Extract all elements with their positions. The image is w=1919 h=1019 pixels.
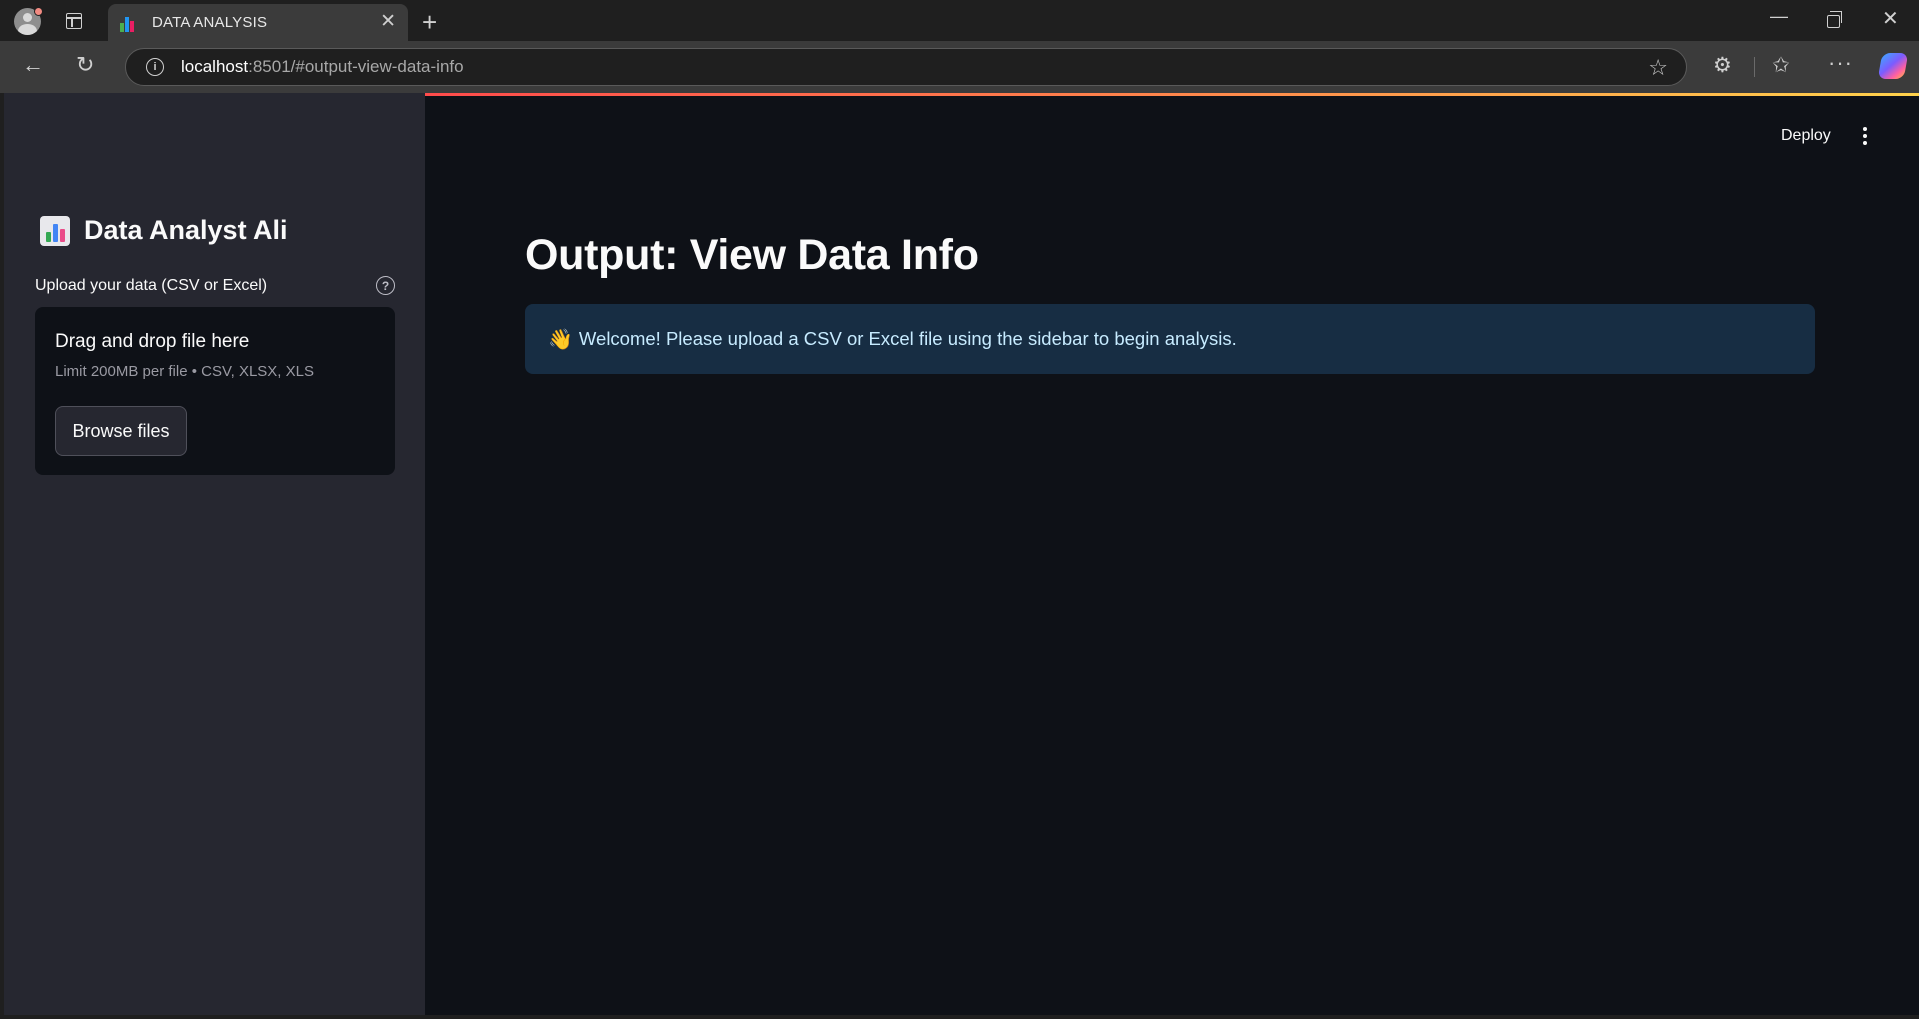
new-tab-icon[interactable]: +	[422, 7, 437, 38]
deploy-button[interactable]: Deploy	[1781, 127, 1831, 145]
browser-tab-bar: DATA ANALYSIS ✕ + — ✕	[0, 0, 1919, 41]
window-close-icon[interactable]: ✕	[1882, 6, 1899, 31]
help-icon[interactable]: ?	[376, 276, 395, 295]
extensions-icon[interactable]: ⚙	[1713, 53, 1732, 78]
copilot-icon[interactable]	[1877, 53, 1909, 79]
tab-title: DATA ANALYSIS	[152, 14, 268, 31]
address-bar[interactable]: i localhost:8501/#output-view-data-info …	[125, 48, 1687, 86]
alert-text: Welcome! Please upload a CSV or Excel fi…	[578, 328, 1237, 349]
sidebar: Data Analyst Ali Upload your data (CSV o…	[4, 93, 425, 1015]
notification-dot-icon	[34, 7, 43, 16]
sidebar-title: Data Analyst Ali	[40, 215, 288, 246]
favorite-star-icon[interactable]: ☆	[1648, 55, 1668, 81]
dropzone-title: Drag and drop file here	[55, 331, 250, 352]
file-dropzone[interactable]: Drag and drop file here Limit 200MB per …	[35, 307, 395, 475]
app-container: Data Analyst Ali Upload your data (CSV o…	[4, 93, 1919, 1015]
sidebar-title-text: Data Analyst Ali	[84, 215, 288, 245]
info-alert: 👋 Welcome! Please upload a CSV or Excel …	[525, 304, 1815, 374]
back-arrow-icon[interactable]: ←	[22, 54, 44, 76]
browse-files-button[interactable]: Browse files	[55, 406, 187, 456]
main-menu-icon[interactable]	[1862, 127, 1868, 145]
waving-hand-icon: 👋	[548, 328, 573, 351]
browser-tab[interactable]: DATA ANALYSIS ✕	[108, 4, 408, 41]
toolbar-divider	[1754, 57, 1755, 77]
more-options-icon[interactable]: ···	[1828, 50, 1853, 76]
url-path: :8501/#output-view-data-info	[248, 57, 464, 76]
page-title: Output: View Data Info	[525, 231, 979, 279]
url-host: localhost	[181, 57, 249, 76]
main-content: Deploy Output: View Data Info 👋 Welcome!…	[425, 93, 1919, 1015]
chart-favicon-icon	[120, 14, 138, 32]
dropzone-limit: Limit 200MB per file • CSV, XLSX, XLS	[55, 363, 314, 380]
tab-actions-icon[interactable]	[66, 13, 82, 29]
reload-icon[interactable]: ↻	[76, 54, 94, 76]
browser-nav-bar: ← ↻ i localhost:8501/#output-view-data-i…	[0, 41, 1919, 93]
bar-chart-icon	[40, 215, 70, 246]
minimize-icon[interactable]: —	[1770, 6, 1788, 27]
tab-close-icon[interactable]: ✕	[380, 12, 396, 31]
favorites-icon[interactable]: ✩	[1772, 53, 1790, 78]
top-decoration-bar	[425, 93, 1919, 96]
restore-icon[interactable]	[1827, 11, 1842, 28]
upload-label: Upload your data (CSV or Excel)	[35, 277, 268, 294]
site-info-icon[interactable]: i	[146, 58, 164, 76]
